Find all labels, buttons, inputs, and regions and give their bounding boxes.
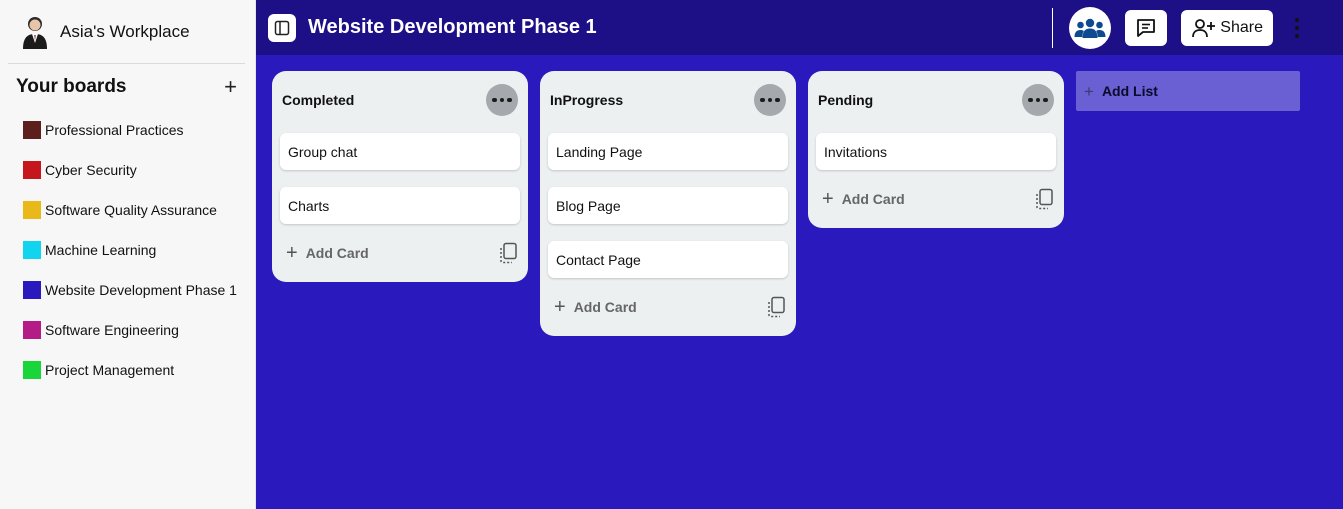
workspace-name: Asia's Workplace — [60, 21, 190, 41]
boards-heading: Your boards — [16, 76, 127, 97]
list-header: Completed — [272, 71, 528, 129]
chat-icon — [1137, 18, 1156, 37]
add-list-label: Add List — [1101, 83, 1158, 99]
add-list-button[interactable]: + Add List — [1076, 71, 1300, 111]
list-pending: Pending Invitations + Add Card — [808, 71, 1064, 228]
sidebar-panel-icon — [274, 20, 290, 35]
list-menu-button[interactable] — [1022, 84, 1054, 116]
sidebar-item-professional-practices[interactable]: Professional Practices — [0, 110, 255, 150]
list-title: Pending — [818, 92, 874, 108]
list-header: Pending — [808, 71, 1064, 129]
more-options-icon[interactable] — [1287, 10, 1307, 46]
plus-icon: + — [1084, 81, 1094, 101]
add-card-button[interactable]: + Add Card — [822, 189, 905, 209]
card[interactable]: Invitations — [816, 133, 1056, 170]
board-label: Software Engineering — [45, 322, 179, 338]
plus-icon: + — [822, 188, 834, 210]
sidebar-item-software-engineering[interactable]: Software Engineering — [0, 310, 255, 350]
board-label: Professional Practices — [45, 122, 184, 138]
list-menu-button[interactable] — [754, 84, 786, 116]
add-card-button[interactable]: + Add Card — [554, 297, 637, 317]
sidebar-item-machine-learning[interactable]: Machine Learning — [0, 230, 255, 270]
list-footer: + Add Card — [808, 170, 1064, 228]
sidebar-item-cyber-security[interactable]: Cyber Security — [0, 150, 255, 190]
board-label: Website Development Phase 1 — [45, 282, 237, 298]
board-color-swatch — [23, 361, 41, 379]
sidebar-item-software-quality-assurance[interactable]: Software Quality Assurance — [0, 190, 255, 230]
card[interactable]: Landing Page — [548, 133, 788, 170]
board-color-swatch — [23, 121, 41, 139]
list-footer: + Add Card — [540, 278, 796, 336]
board-color-swatch — [23, 201, 41, 219]
board-header: Website Development Phase 1 Share — [256, 0, 1343, 55]
add-card-label: Add Card — [305, 245, 369, 261]
plus-icon: + — [286, 242, 298, 264]
list-inprogress: InProgress Landing Page Blog Page Contac… — [540, 71, 796, 336]
board-color-swatch — [23, 161, 41, 179]
add-card-label: Add Card — [573, 299, 637, 315]
add-card-button[interactable]: + Add Card — [286, 243, 369, 263]
sidebar-item-website-development-phase-1[interactable]: Website Development Phase 1 — [0, 270, 255, 310]
card-template-icon[interactable] — [766, 296, 786, 318]
board-label: Project Management — [45, 362, 175, 378]
card[interactable]: Blog Page — [548, 187, 788, 224]
members-button[interactable] — [1069, 6, 1112, 49]
divider — [1052, 7, 1054, 48]
page-title: Website Development Phase 1 — [308, 16, 597, 38]
add-person-icon — [1192, 18, 1216, 37]
list-footer: + Add Card — [272, 224, 528, 282]
add-board-button[interactable]: + — [224, 76, 237, 98]
card-template-icon[interactable] — [498, 242, 518, 264]
list-header: InProgress — [540, 71, 796, 129]
header-actions: Share — [1052, 0, 1343, 55]
sidebar-toggle-button[interactable] — [268, 13, 296, 42]
board-color-swatch — [23, 281, 41, 299]
plus-icon: + — [554, 296, 566, 318]
board-color-swatch — [23, 321, 41, 339]
members-icon — [1074, 18, 1106, 38]
share-button[interactable]: Share — [1181, 9, 1273, 46]
workspace-header[interactable]: Asia's Workplace — [8, 0, 245, 64]
card[interactable]: Contact Page — [548, 241, 788, 278]
sidebar-item-project-management[interactable]: Project Management — [0, 350, 255, 390]
sidebar: Asia's Workplace Your boards + Professio… — [0, 0, 256, 509]
avatar — [20, 15, 50, 49]
share-label: Share — [1220, 18, 1263, 36]
chat-button[interactable] — [1125, 9, 1168, 46]
add-card-label: Add Card — [841, 191, 905, 207]
card[interactable]: Charts — [280, 187, 520, 224]
board-color-swatch — [23, 241, 41, 259]
board-label: Cyber Security — [45, 162, 137, 178]
list-menu-button[interactable] — [486, 84, 518, 116]
list-completed: Completed Group chat Charts + Add Card — [272, 71, 528, 282]
board-label: Machine Learning — [45, 242, 157, 258]
list-title: InProgress — [550, 92, 624, 108]
list-title: Completed — [282, 92, 355, 108]
card[interactable]: Group chat — [280, 133, 520, 170]
card-template-icon[interactable] — [1034, 188, 1054, 210]
boards-header: Your boards + — [0, 64, 255, 110]
board-label: Software Quality Assurance — [45, 202, 217, 218]
